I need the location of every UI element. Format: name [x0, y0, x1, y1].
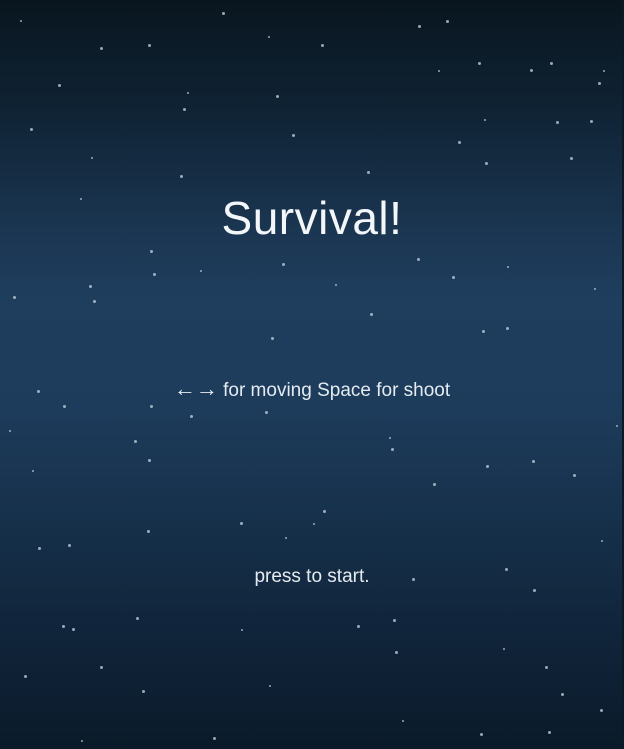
- star: [63, 405, 66, 408]
- star: [91, 157, 93, 159]
- star: [271, 337, 274, 340]
- star: [335, 284, 337, 286]
- star: [58, 84, 61, 87]
- star: [62, 625, 65, 628]
- star: [395, 651, 398, 654]
- star: [222, 12, 225, 15]
- game-title: Survival!: [221, 192, 403, 244]
- star: [452, 276, 455, 279]
- star: [458, 141, 461, 144]
- star: [323, 510, 326, 513]
- star: [601, 540, 603, 542]
- star: [150, 405, 153, 408]
- star: [530, 69, 533, 72]
- star: [187, 92, 189, 94]
- star: [100, 666, 103, 669]
- star: [357, 625, 360, 628]
- star: [268, 36, 270, 38]
- star: [68, 544, 71, 547]
- star: [240, 522, 243, 525]
- star: [241, 629, 243, 631]
- star: [393, 619, 396, 622]
- star: [13, 296, 16, 299]
- star: [285, 537, 287, 539]
- star: [548, 731, 551, 734]
- star: [147, 530, 150, 533]
- star: [594, 288, 596, 290]
- star: [32, 470, 34, 472]
- star: [486, 465, 489, 468]
- star: [506, 327, 509, 330]
- star: [484, 119, 486, 121]
- star: [24, 675, 27, 678]
- star: [561, 693, 564, 696]
- controls-text: for moving Space for shoot: [223, 380, 451, 401]
- star: [482, 330, 485, 333]
- star: [598, 82, 601, 85]
- star: [142, 690, 145, 693]
- left-arrow-icon: ←: [173, 376, 196, 401]
- star: [389, 437, 391, 439]
- star: [545, 666, 548, 669]
- star: [616, 425, 618, 427]
- star: [282, 263, 285, 266]
- star: [446, 20, 449, 23]
- star: [269, 685, 271, 687]
- star: [30, 128, 33, 131]
- star: [550, 62, 553, 65]
- star: [153, 273, 156, 276]
- star: [136, 617, 139, 620]
- star: [321, 44, 324, 47]
- star: [183, 108, 186, 111]
- star: [134, 440, 137, 443]
- star: [20, 20, 22, 22]
- star: [313, 523, 315, 525]
- star: [213, 737, 216, 740]
- star: [276, 95, 279, 98]
- star: [573, 474, 576, 477]
- game-screen[interactable]: Survival! ←→ for moving Space for shoot …: [0, 0, 624, 749]
- star: [418, 25, 421, 28]
- star: [38, 547, 41, 550]
- star: [433, 483, 436, 486]
- star: [93, 300, 96, 303]
- star: [603, 70, 605, 72]
- star: [150, 250, 153, 253]
- star: [556, 121, 559, 124]
- star: [590, 120, 593, 123]
- star: [367, 171, 370, 174]
- right-arrow-icon: →: [195, 376, 218, 401]
- star: [570, 157, 573, 160]
- star: [480, 733, 483, 736]
- star: [402, 720, 404, 722]
- controls-instructions: ←→ for moving Space for shoot: [0, 376, 624, 404]
- star: [485, 162, 488, 165]
- star: [532, 460, 535, 463]
- star: [148, 459, 151, 462]
- star: [72, 628, 75, 631]
- star: [180, 175, 183, 178]
- star: [370, 313, 373, 316]
- star: [600, 709, 603, 712]
- star: [148, 44, 151, 47]
- star: [503, 648, 505, 650]
- star: [391, 448, 394, 451]
- star: [190, 415, 193, 418]
- star: [200, 270, 202, 272]
- star: [417, 258, 420, 261]
- start-prompt[interactable]: press to start.: [0, 564, 624, 590]
- star: [89, 285, 92, 288]
- star: [81, 740, 83, 742]
- star: [9, 430, 11, 432]
- star: [507, 266, 509, 268]
- star: [292, 134, 295, 137]
- star: [438, 70, 440, 72]
- star: [100, 47, 103, 50]
- star: [265, 411, 268, 414]
- star: [478, 62, 481, 65]
